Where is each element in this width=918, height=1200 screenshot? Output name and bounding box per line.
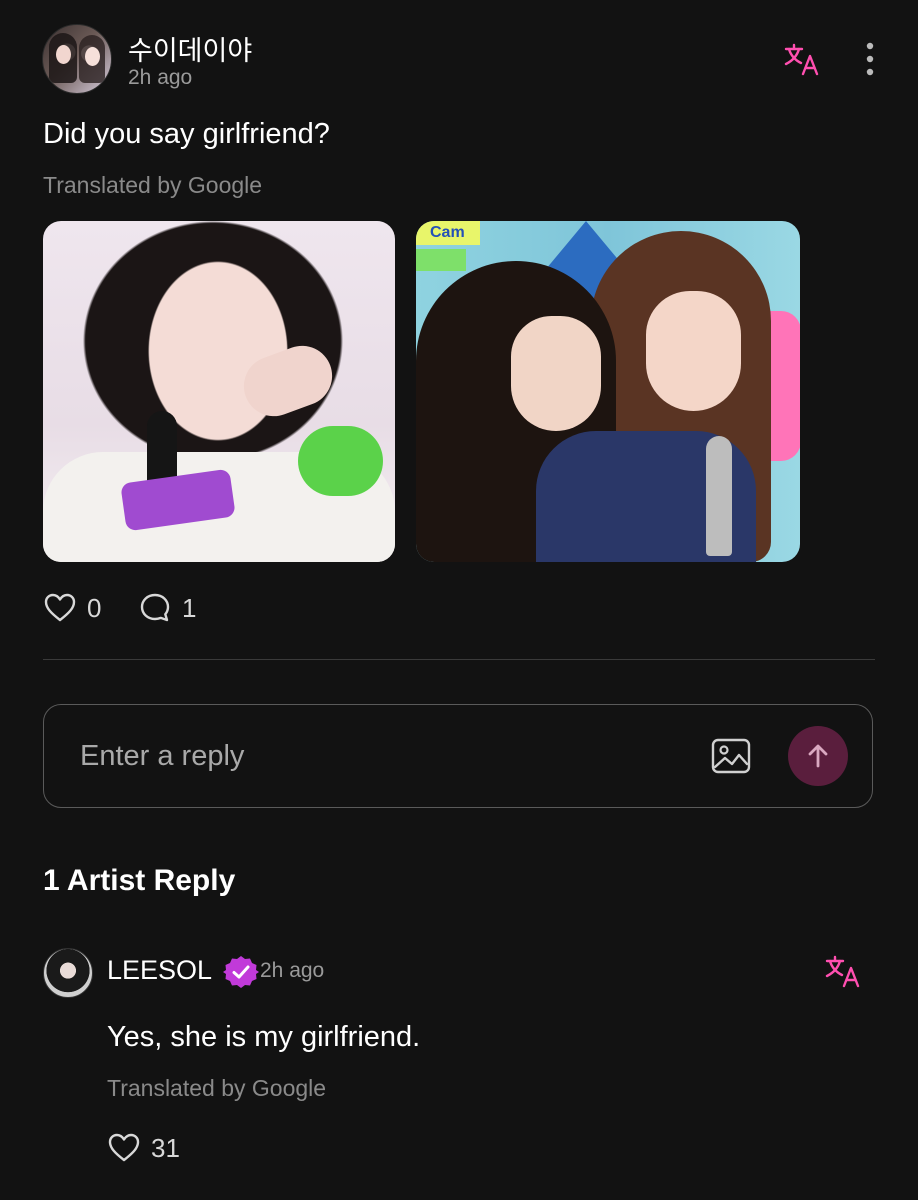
post-timestamp: 2h ago (128, 66, 193, 89)
verified-badge-icon (223, 954, 259, 990)
translate-icon (825, 955, 860, 988)
arrow-up-icon (808, 744, 828, 768)
translation-note: Translated by Google (43, 172, 263, 198)
post-text: Did you say girlfriend? (43, 118, 330, 150)
heart-icon (44, 593, 76, 622)
artist-reply-timestamp: 2h ago (260, 959, 325, 982)
translate-icon (784, 43, 819, 76)
post-image-2[interactable]: Cam (416, 221, 800, 562)
artist-avatar[interactable] (43, 948, 93, 998)
artist-name[interactable]: LEESOL (107, 955, 212, 986)
artist-reply-heading: 1 Artist Reply (43, 864, 236, 897)
more-options-button[interactable] (858, 40, 882, 80)
image-icon (711, 738, 751, 774)
artist-like-button[interactable]: 31 (107, 1128, 180, 1168)
divider (43, 659, 875, 660)
post-image-1[interactable] (43, 221, 395, 562)
artist-like-count: 31 (151, 1132, 180, 1163)
photo-overlay-badge: Cam (416, 221, 480, 245)
heart-icon (108, 1133, 140, 1162)
more-vertical-icon (866, 42, 874, 76)
comment-count: 1 (182, 592, 197, 623)
translate-button[interactable] (782, 40, 822, 80)
author-username[interactable]: 수이데이야 (128, 29, 252, 68)
reply-input[interactable] (78, 735, 642, 777)
like-button[interactable]: 0 (43, 588, 101, 628)
reply-composer (43, 704, 873, 808)
artist-reply-text: Yes, she is my girlfriend. (107, 1021, 421, 1053)
comment-icon (140, 593, 170, 622)
attach-image-button[interactable] (710, 736, 752, 776)
artist-translation-note: Translated by Google (107, 1075, 327, 1101)
author-avatar[interactable] (42, 24, 112, 94)
like-count: 0 (87, 592, 102, 623)
send-reply-button[interactable] (788, 726, 848, 786)
comment-button[interactable]: 1 (138, 588, 196, 628)
translate-reply-button[interactable] (823, 952, 863, 992)
